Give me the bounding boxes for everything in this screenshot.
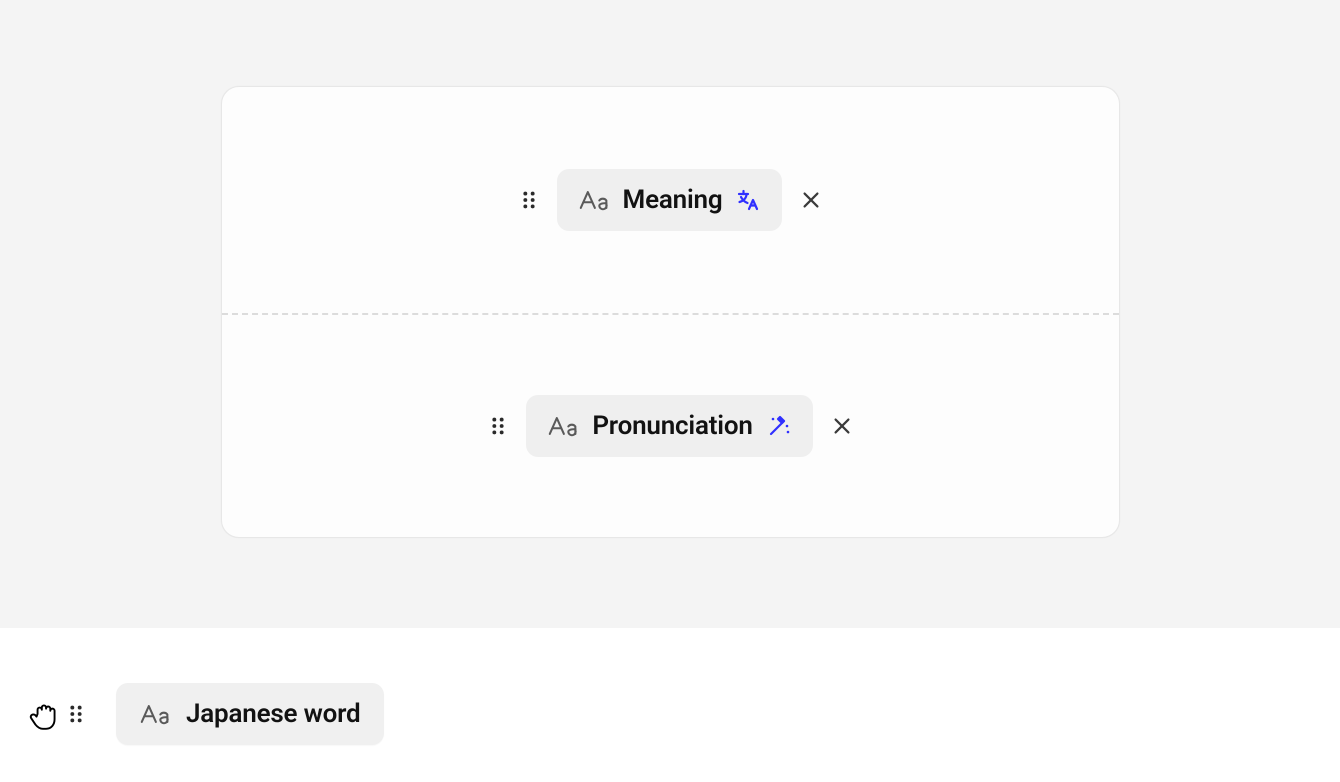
- field-row: Meaning: [517, 169, 825, 231]
- text-aa-icon: [140, 702, 170, 726]
- field-label: Pronunciation: [592, 411, 752, 441]
- grab-cursor-icon: [28, 698, 60, 730]
- drag-handle-icon[interactable]: [517, 188, 541, 212]
- field-row: Pronunciation: [486, 395, 854, 457]
- text-aa-icon: [548, 414, 578, 438]
- field-chip-japanese-word[interactable]: Japanese word: [116, 683, 384, 745]
- drag-handle-icon[interactable]: [486, 414, 510, 438]
- card-slot-2: Pronunciation: [222, 313, 1119, 539]
- dragging-field[interactable]: Japanese word: [28, 683, 384, 745]
- remove-field-button[interactable]: [798, 187, 824, 213]
- field-chip-pronunciation[interactable]: Pronunciation: [526, 395, 812, 457]
- text-aa-icon: [579, 188, 609, 212]
- field-chip-meaning[interactable]: Meaning: [557, 169, 783, 231]
- card-slot-1: Meaning: [222, 87, 1119, 313]
- magic-wand-icon: [767, 414, 791, 438]
- field-label: Meaning: [623, 185, 723, 215]
- remove-field-button[interactable]: [829, 413, 855, 439]
- fields-card: Meaning: [221, 86, 1120, 538]
- translate-icon: [736, 188, 760, 212]
- drag-handle-icon: [64, 702, 88, 726]
- field-label: Japanese word: [186, 699, 360, 729]
